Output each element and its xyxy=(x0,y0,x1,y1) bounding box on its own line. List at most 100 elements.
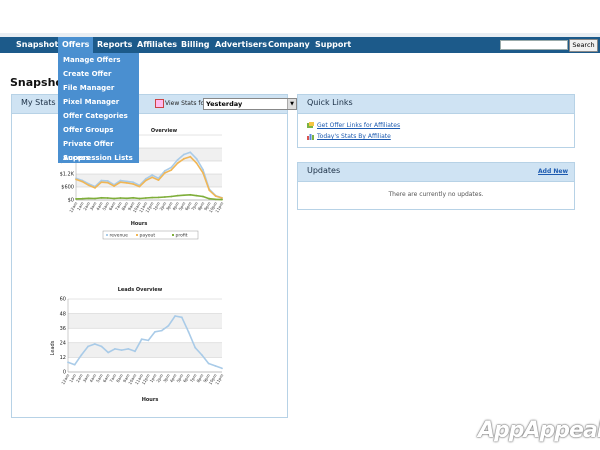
overview-data-point xyxy=(106,181,109,184)
overview-y-tick-label: $1.2K xyxy=(60,172,75,178)
updates-title: Updates xyxy=(307,166,341,175)
overview-data-point xyxy=(75,178,77,181)
nav-support[interactable]: Support xyxy=(315,37,351,53)
calendar-icon[interactable] xyxy=(155,99,164,108)
nav-billing[interactable]: Billing xyxy=(181,37,210,53)
leads-data-point xyxy=(221,367,223,370)
menu-item-offer-groups[interactable]: Offer Groups xyxy=(63,123,113,137)
menu-item-private-offer-access[interactable]: Private Offer Access xyxy=(63,137,139,162)
leads-data-point xyxy=(127,347,130,350)
period-select[interactable]: Yesterday ▼ xyxy=(203,98,297,110)
watermark-logo: AppAppeal xyxy=(478,418,600,443)
overview-data-point xyxy=(132,183,135,185)
charts-area: Overview $0$600$1.2K$1.8K$2.$ 12am1am2am… xyxy=(50,128,224,403)
overview-data-point xyxy=(170,169,173,171)
legend-label-payout: payout xyxy=(140,233,156,239)
leads-data-point xyxy=(201,354,203,356)
legend-label-revenue: revenue xyxy=(110,233,129,239)
menu-item-pixel-manager[interactable]: Pixel Manager xyxy=(63,95,119,109)
overview-data-point xyxy=(202,168,204,171)
overview-data-point xyxy=(183,194,185,197)
leads-data-point xyxy=(167,324,170,327)
leads-data-point xyxy=(180,316,183,319)
overview-data-point xyxy=(75,198,77,200)
overview-data-point xyxy=(132,181,135,184)
overview-series-line-profit xyxy=(75,194,223,201)
overview-data-point xyxy=(208,197,211,200)
overview-data-point xyxy=(189,193,192,196)
overview-data-point xyxy=(100,179,103,182)
overview-data-point xyxy=(163,169,166,172)
nav-offers[interactable]: Offers xyxy=(58,37,94,53)
overview-data-point xyxy=(195,194,198,197)
add-new-link[interactable]: Add New xyxy=(538,168,568,175)
quick-link-todays-stats[interactable]: Today's Stats By Affiliate xyxy=(317,133,391,140)
nav-reports[interactable]: Reports xyxy=(97,37,132,53)
quick-links-header: Quick Links xyxy=(298,95,574,114)
overview-data-point xyxy=(183,153,185,156)
leads-y-tick-label: 12 xyxy=(60,355,66,361)
quick-link-offer-links[interactable]: Get Offer Links for Affiliates xyxy=(317,122,400,129)
menu-item-file-manager[interactable]: File Manager xyxy=(63,81,114,95)
legend-swatch-revenue xyxy=(106,234,108,236)
overview-data-point xyxy=(189,155,192,158)
menu-item-create-offer[interactable]: Create Offer xyxy=(63,67,111,81)
overview-data-point xyxy=(176,194,179,197)
leads-data-point xyxy=(140,338,143,341)
search-input[interactable] xyxy=(500,40,568,50)
chevron-down-icon[interactable]: ▼ xyxy=(287,99,296,109)
overview-data-point xyxy=(221,198,223,201)
overview-data-point xyxy=(138,185,141,188)
legend-label-profit: profit xyxy=(176,233,188,239)
legend-swatch-payout xyxy=(136,234,138,236)
overview-data-point xyxy=(125,197,128,200)
leads-data-point xyxy=(107,351,110,354)
menu-item-suppression-lists[interactable]: Suppression Lists xyxy=(63,151,133,165)
leads-data-point xyxy=(194,346,197,349)
leads-data-point xyxy=(67,361,69,364)
overview-data-point xyxy=(100,196,103,199)
overview-data-point xyxy=(195,157,198,160)
updates-panel: Updates Add New There are currently no u… xyxy=(297,162,575,210)
overview-data-point xyxy=(81,180,84,183)
leads-data-point xyxy=(73,363,76,366)
leads-y-tick-label: 60 xyxy=(60,297,66,303)
overview-data-point xyxy=(132,196,135,199)
leads-data-point xyxy=(174,315,177,317)
overview-data-point xyxy=(151,176,154,179)
search-button[interactable]: Search xyxy=(569,39,598,52)
quick-links-panel: Quick Links Get Offer Links for Affiliat… xyxy=(297,94,575,148)
leads-grid-band xyxy=(68,313,222,329)
leads-y-tick-label: 48 xyxy=(60,311,66,317)
leads-data-point xyxy=(80,354,83,356)
overview-data-point xyxy=(106,180,109,182)
my-stats-header: My Stats View Stats for Yesterday ▼ xyxy=(12,95,297,114)
overview-data-point xyxy=(163,172,166,174)
nav-company[interactable]: Company xyxy=(268,37,310,53)
leads-data-point xyxy=(87,345,89,348)
offers-dropdown: Manage Offers Create Offer File Manager … xyxy=(58,53,139,163)
nav-snapshot[interactable]: Snapshot xyxy=(16,37,58,53)
leads-data-point xyxy=(214,365,217,367)
overview-data-point xyxy=(170,166,173,169)
nav-advertisers[interactable]: Advertisers xyxy=(215,37,267,53)
overview-data-point xyxy=(125,181,128,184)
overview-data-point xyxy=(144,197,147,199)
leads-x-axis-label: Hours xyxy=(142,397,159,403)
overview-data-point xyxy=(94,197,96,200)
legend-swatch-profit xyxy=(172,234,174,236)
my-stats-panel: My Stats View Stats for Yesterday ▼ Over… xyxy=(11,94,297,418)
overview-data-point xyxy=(170,195,173,198)
menu-item-offer-categories[interactable]: Offer Categories xyxy=(63,109,128,123)
nav-affiliates[interactable]: Affiliates xyxy=(137,37,177,53)
leads-data-point xyxy=(154,330,156,333)
overview-data-point xyxy=(81,197,84,200)
leads-data-point xyxy=(120,349,123,351)
overview-data-point xyxy=(138,197,141,200)
leads-data-point xyxy=(134,350,136,353)
overview-data-point xyxy=(151,174,154,176)
overview-data-point xyxy=(202,195,204,198)
menu-item-manage-offers[interactable]: Manage Offers xyxy=(63,53,121,67)
link-icon xyxy=(307,122,314,128)
overview-x-axis-label: Hours xyxy=(131,221,148,227)
